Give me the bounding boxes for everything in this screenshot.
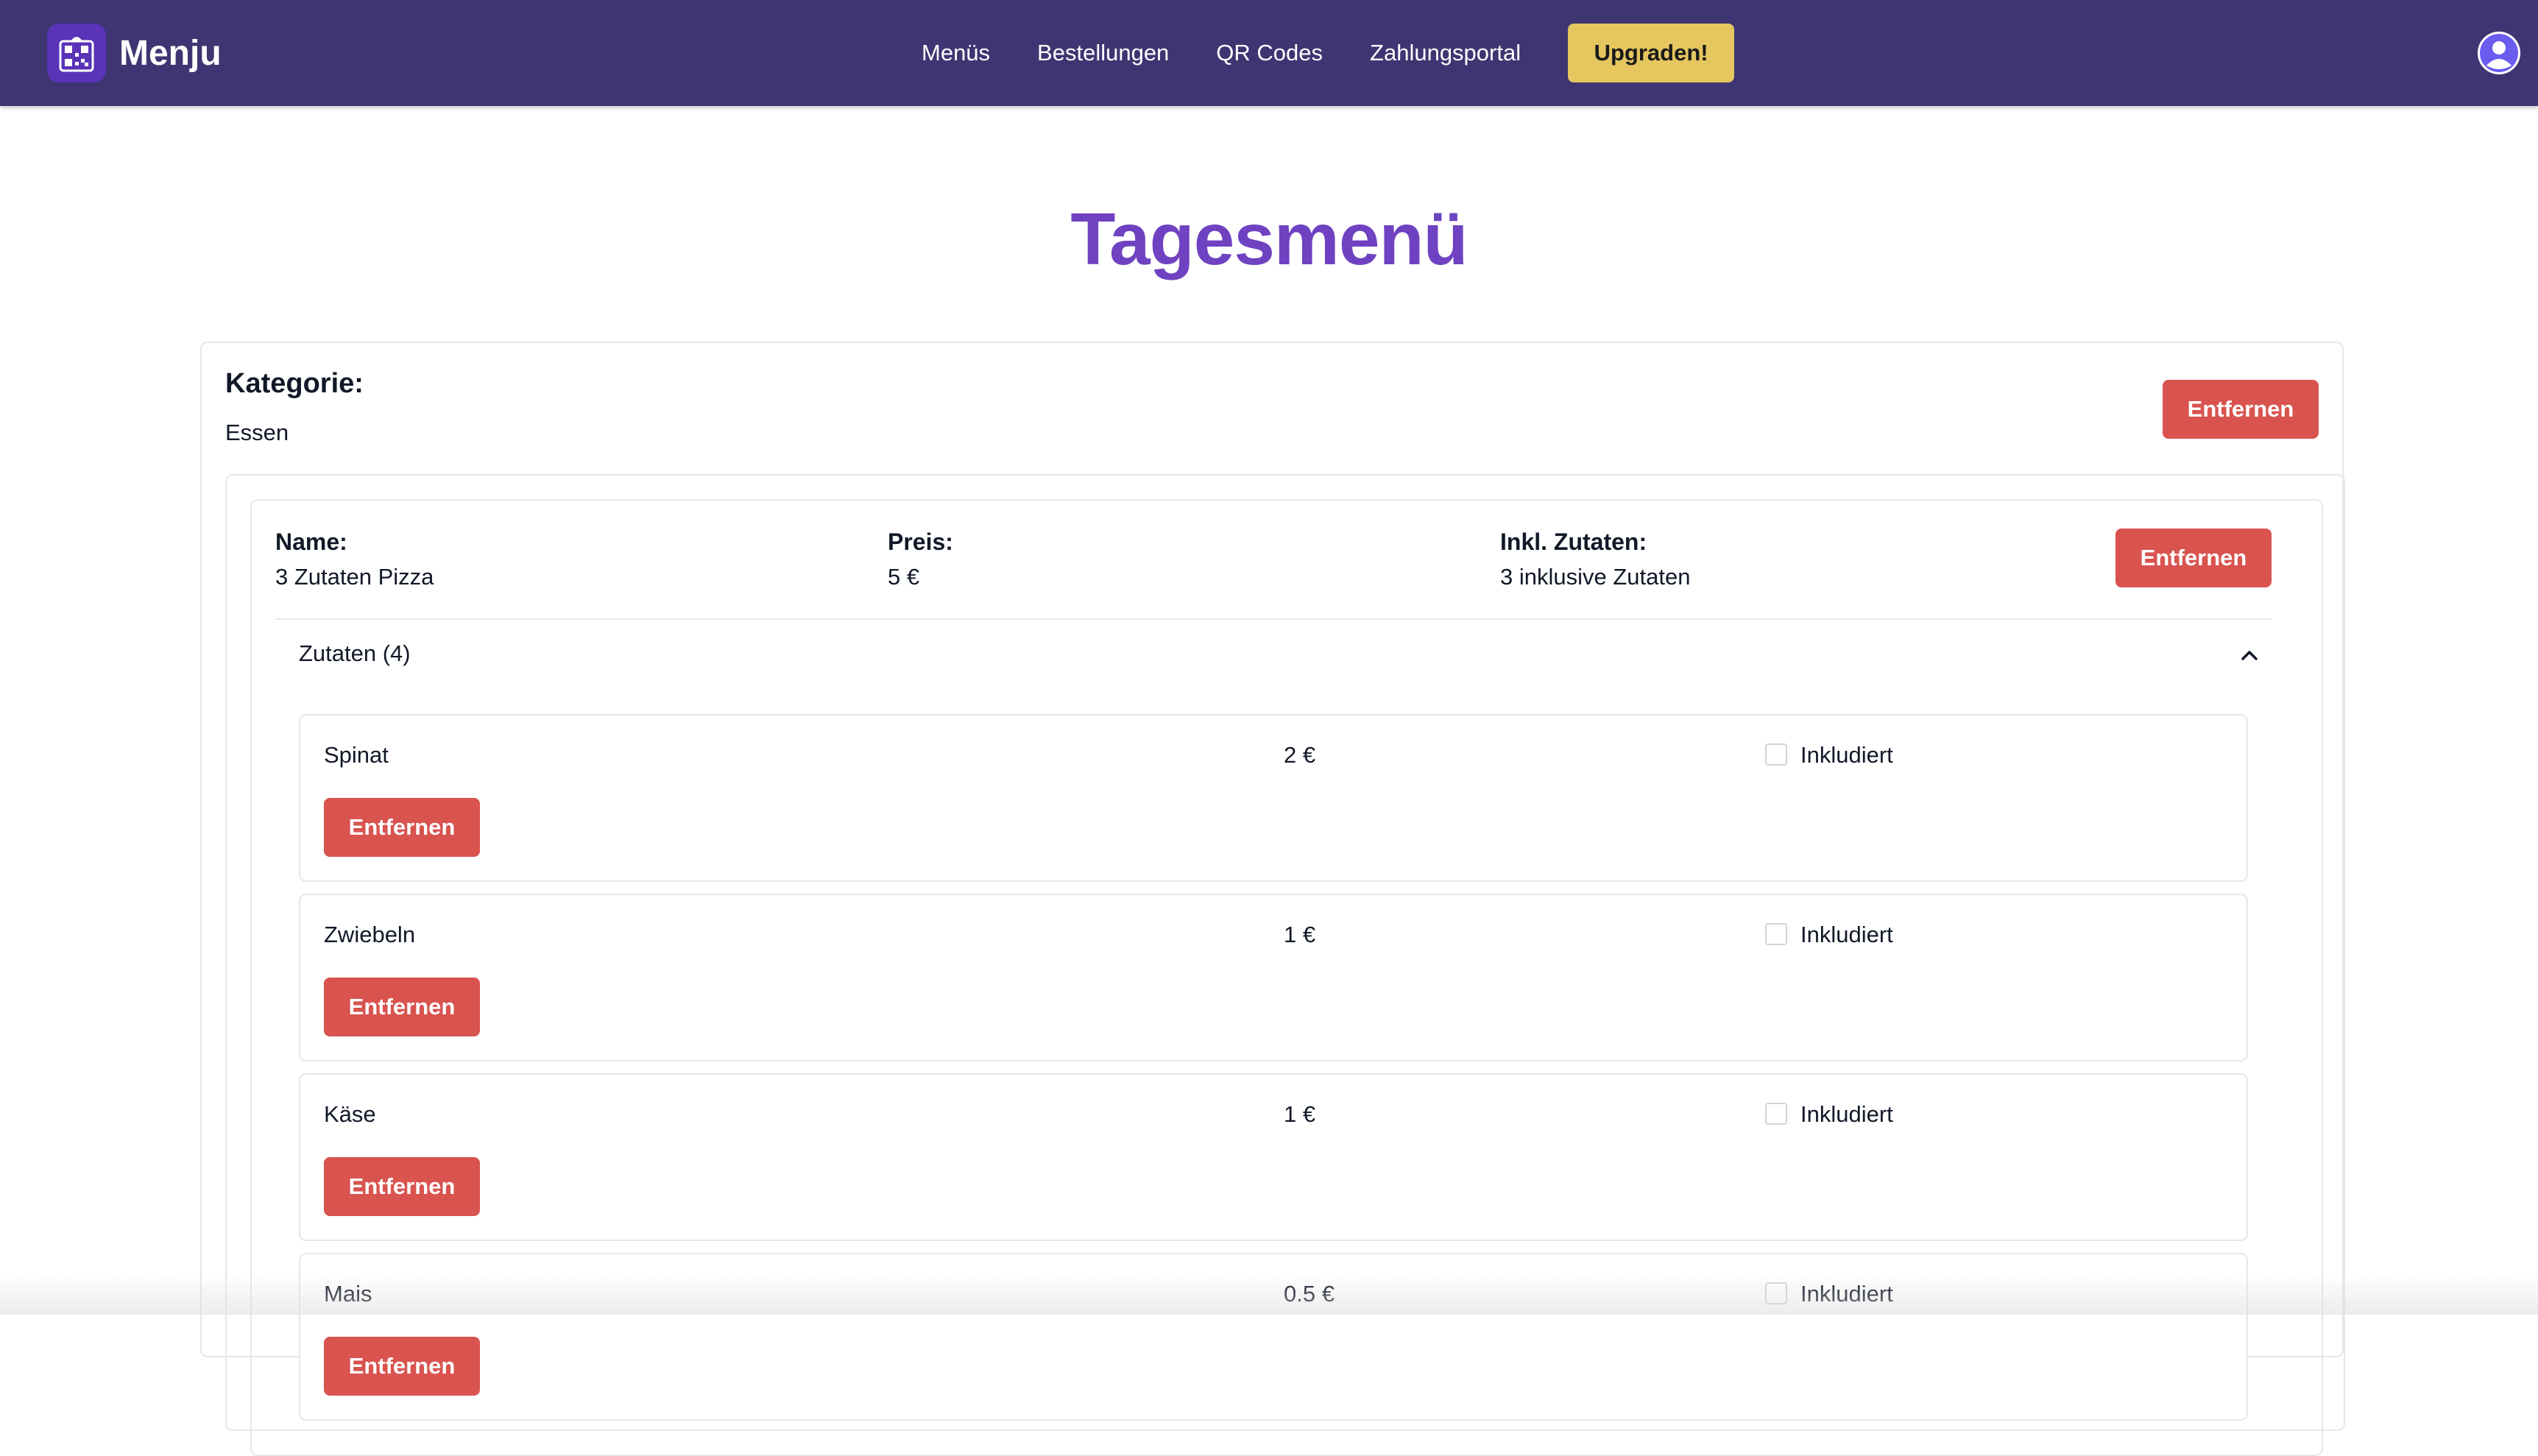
- brand[interactable]: Menju: [47, 22, 222, 84]
- item-price-label: Preis:: [888, 529, 953, 555]
- item-name-value: 3 Zutaten Pizza: [275, 564, 434, 590]
- top-navbar: Menju Menüs Bestellungen QR Codes Zahlun…: [0, 0, 2538, 106]
- menu-qr-logo-icon: [47, 24, 106, 82]
- ingredient-name: Mais: [324, 1281, 372, 1307]
- nav-link-menus[interactable]: Menüs: [922, 40, 990, 66]
- ingredient-card: Spinat 2 € Inkludiert Entfernen: [299, 714, 2248, 882]
- menu-items-container: Name: 3 Zutaten Pizza Preis: 5 € Inkl. Z…: [225, 474, 2345, 1456]
- included-checkbox-label[interactable]: Inkludiert: [1800, 922, 1893, 948]
- brand-name: Menju: [119, 33, 222, 73]
- ingredient-name: Spinat: [324, 742, 389, 768]
- category-label: Kategorie:: [225, 368, 364, 399]
- ingredient-name: Zwiebeln: [324, 922, 416, 947]
- chevron-up-icon: [2241, 651, 2258, 660]
- remove-item-button[interactable]: Entfernen: [2115, 529, 2272, 587]
- upgrade-button[interactable]: Upgraden!: [1568, 24, 1735, 82]
- remove-ingredient-button[interactable]: Entfernen: [324, 1337, 480, 1396]
- ingredient-price: 1 €: [1284, 922, 1316, 947]
- ingredient-name: Käse: [324, 1101, 376, 1127]
- ingredient-card: Mais 0.5 € Inkludiert Entfernen: [299, 1253, 2248, 1421]
- menu-item-card: Name: 3 Zutaten Pizza Preis: 5 € Inkl. Z…: [250, 499, 2323, 1456]
- ingredients-accordion-toggle[interactable]: Zutaten (4): [275, 620, 2272, 690]
- main-nav: Menüs Bestellungen QR Codes Zahlungsport…: [922, 24, 1735, 82]
- item-price-value: 5 €: [888, 564, 920, 590]
- ingredient-price: 1 €: [1284, 1101, 1316, 1127]
- remove-category-button[interactable]: Entfernen: [2163, 380, 2319, 439]
- ingredients-header: Zutaten (4): [299, 640, 411, 666]
- ingredient-card: Käse 1 € Inkludiert Entfernen: [299, 1073, 2248, 1241]
- remove-ingredient-button[interactable]: Entfernen: [324, 978, 480, 1036]
- included-checkbox-label[interactable]: Inkludiert: [1800, 742, 1893, 768]
- remove-ingredient-button[interactable]: Entfernen: [324, 1157, 480, 1216]
- included-checkbox[interactable]: [1765, 1282, 1787, 1304]
- ingredient-card: Zwiebeln 1 € Inkludiert Entfernen: [299, 894, 2248, 1061]
- item-name-label: Name:: [275, 529, 347, 555]
- included-checkbox[interactable]: [1765, 923, 1787, 945]
- included-checkbox[interactable]: [1765, 743, 1787, 766]
- ingredient-price: 0.5 €: [1284, 1281, 1335, 1307]
- nav-link-orders[interactable]: Bestellungen: [1037, 40, 1169, 66]
- nav-link-payment-portal[interactable]: Zahlungsportal: [1370, 40, 1521, 66]
- included-checkbox[interactable]: [1765, 1103, 1787, 1125]
- included-checkbox-label[interactable]: Inkludiert: [1800, 1281, 1893, 1307]
- item-included-value: 3 inklusive Zutaten: [1500, 564, 1691, 590]
- nav-link-qr-codes[interactable]: QR Codes: [1216, 40, 1323, 66]
- included-checkbox-label[interactable]: Inkludiert: [1800, 1101, 1893, 1128]
- category-value: Essen: [225, 420, 289, 445]
- item-included-label: Inkl. Zutaten:: [1500, 529, 1647, 555]
- page-title: Tagesmenü: [1070, 198, 1468, 280]
- remove-ingredient-button[interactable]: Entfernen: [324, 798, 480, 857]
- user-avatar-icon[interactable]: [2478, 32, 2520, 74]
- ingredient-price: 2 €: [1284, 742, 1316, 768]
- category-card: Kategorie: Essen Entfernen Name: 3 Zutat…: [200, 342, 2345, 1456]
